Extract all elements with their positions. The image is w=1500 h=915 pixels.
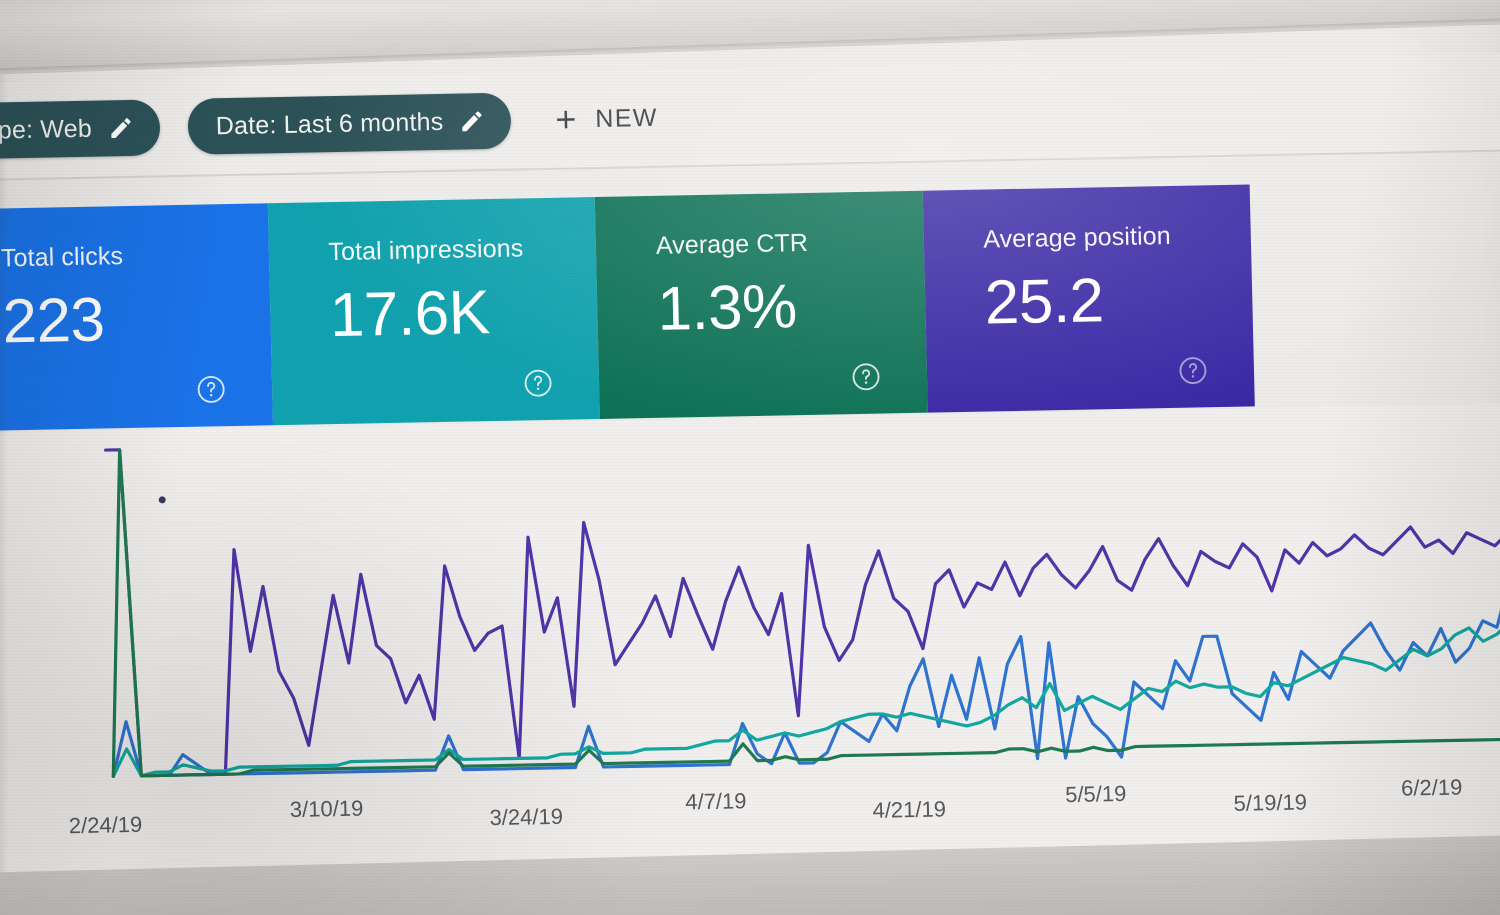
metric-value: 223 — [1, 285, 106, 357]
date-filter[interactable]: Date: Last 6 months — [187, 92, 512, 155]
help-circle-icon[interactable] — [195, 374, 226, 405]
metric-label: Average CTR — [655, 228, 809, 260]
metric-card-row: Total clicks 223 Total impressions 17.6K — [0, 184, 1255, 432]
metric-label: Average position — [982, 221, 1172, 254]
help-circle-icon[interactable] — [850, 362, 881, 393]
metric-label: Total impressions — [328, 234, 524, 267]
metric-card-average-ctr[interactable]: Average CTR 1.3% — [594, 190, 928, 419]
x-axis-tick-label: 3/24/19 — [489, 803, 564, 831]
chart-series-line — [110, 620, 1500, 777]
metric-card-average-position[interactable]: Average position 25.2 — [922, 184, 1255, 413]
chart-series-line — [106, 423, 1500, 777]
help-circle-icon[interactable] — [1178, 355, 1209, 386]
search-type-filter-label: type: Web — [0, 114, 93, 145]
x-axis-tick-label: 3/10/19 — [289, 795, 364, 822]
pencil-icon[interactable] — [459, 108, 486, 134]
x-axis-tick-label: 5/5/19 — [1064, 780, 1127, 808]
x-axis-tick-label: 4/21/19 — [872, 796, 947, 823]
date-filter-label: Date: Last 6 months — [215, 107, 444, 140]
add-new-filter-label: NEW — [594, 103, 659, 133]
pencil-icon[interactable] — [108, 115, 135, 141]
metric-card-total-impressions[interactable]: Total impressions 17.6K — [267, 197, 600, 426]
metric-value: 25.2 — [984, 266, 1105, 338]
metric-label: Total clicks — [0, 242, 124, 273]
metric-value: 1.3% — [656, 272, 798, 344]
metric-value: 17.6K — [329, 278, 491, 351]
x-axis-tick-label: 2/24/19 — [68, 811, 143, 839]
search-console-performance-screen: type: Web Date: Last 6 months NEW La — [0, 0, 1500, 915]
filter-toolbar: type: Web Date: Last 6 months NEW La — [0, 53, 1500, 180]
help-circle-icon[interactable] — [523, 368, 554, 399]
x-axis-tick-label: 5/19/19 — [1233, 789, 1308, 816]
photo-of-monitor: type: Web Date: Last 6 months NEW La — [0, 0, 1500, 915]
metric-card-total-clicks[interactable]: Total clicks 223 — [0, 203, 273, 432]
plus-icon — [557, 110, 576, 129]
x-axis-tick-label: 6/2/19 — [1400, 774, 1463, 801]
performance-chart-panel: 2/24/19 3/10/19 3/24/19 4/7/19 4/21/19 5/5/19… — [0, 402, 1500, 873]
x-axis-tick-label: 4/7/19 — [684, 788, 747, 815]
screen-left-shadow — [0, 0, 8, 915]
search-type-filter[interactable]: type: Web — [0, 99, 161, 161]
performance-line-chart[interactable] — [0, 403, 1500, 793]
chart-series-line — [106, 423, 1500, 777]
add-new-filter-button[interactable]: NEW — [551, 103, 658, 135]
